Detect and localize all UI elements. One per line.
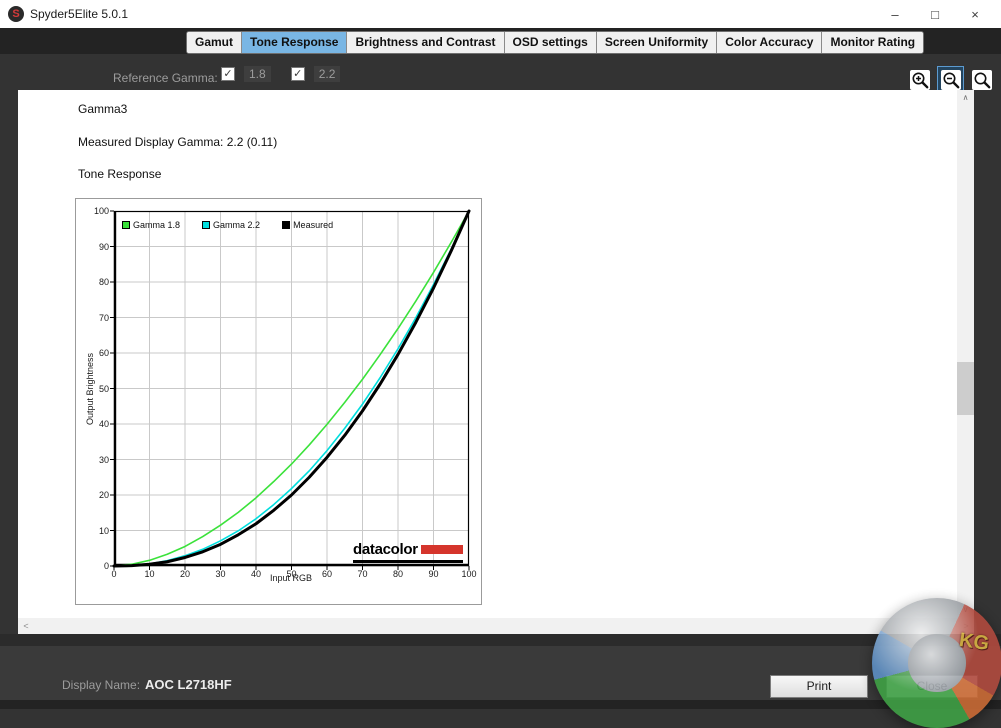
zoom-fit-icon — [971, 69, 992, 90]
zoom-toolbar — [906, 66, 995, 93]
x-tick-label: 40 — [250, 569, 261, 579]
scroll-left-icon[interactable]: < — [18, 618, 34, 634]
tab-screen-uniformity[interactable]: Screen Uniformity — [595, 32, 717, 53]
window-title: Spyder5Elite 5.0.1 — [30, 7, 129, 21]
maximize-button[interactable]: □ — [915, 0, 955, 28]
tab-bar: Gamut Tone Response Brightness and Contras… — [186, 31, 925, 54]
legend-label-measured: Measured — [293, 220, 334, 230]
y-tick-label: 50 — [98, 383, 109, 394]
window-controls: – □ × — [875, 0, 995, 28]
display-name-value: AOC L2718HF — [145, 677, 232, 692]
minimize-button[interactable]: – — [875, 0, 915, 28]
zoom-in-icon — [909, 69, 930, 90]
vertical-scrollbar-thumb[interactable] — [957, 362, 974, 415]
tab-strip: Gamut Tone Response Brightness and Contras… — [0, 28, 1001, 54]
kitguru-watermark-core — [908, 634, 966, 692]
zoom-out-button[interactable] — [937, 66, 964, 93]
legend-item-measured: Measured — [282, 220, 333, 230]
y-tick-label: 100 — [93, 206, 109, 216]
zoom-in-button[interactable] — [906, 66, 933, 93]
y-tick-label: 70 — [98, 312, 109, 323]
gamma-2.2-check-group: ✓ 2.2 — [290, 66, 341, 82]
x-tick-label: 20 — [179, 569, 190, 579]
spyder-logo-icon: S — [8, 6, 24, 22]
y-tick-label: 30 — [98, 454, 109, 465]
vertical-scrollbar[interactable]: ∧ ∨ — [957, 90, 974, 618]
x-tick-label: 30 — [215, 569, 226, 579]
scroll-up-icon[interactable]: ∧ — [957, 90, 974, 106]
legend-label-gamma-2-2: Gamma 2.2 — [213, 220, 261, 230]
legend-swatch-gamma-1-8 — [122, 221, 130, 229]
footer-edge — [0, 700, 1001, 709]
gamma-1.8-label: 1.8 — [244, 66, 271, 82]
tab-osd-settings[interactable]: OSD settings — [503, 32, 596, 53]
legend-item-gamma-1-8: Gamma 1.8 — [122, 220, 180, 230]
reference-gamma-label: Reference Gamma: — [113, 71, 218, 85]
zoom-out-icon — [940, 69, 961, 90]
datacolor-logo-text: datacolor — [353, 541, 418, 558]
y-tick-label: 80 — [98, 277, 109, 287]
measured-gamma-text: Measured Display Gamma: 2.2 (0.11) — [78, 135, 278, 149]
chart-frame: Gamma 1.8 Gamma 2.2 Measured Output Bright… — [75, 198, 482, 605]
x-tick-label: 60 — [321, 569, 332, 579]
gamma-1.8-checkbox[interactable]: ✓ — [221, 67, 235, 81]
gamma-2.2-checkbox[interactable]: ✓ — [290, 67, 305, 81]
profile-name: Gamma3 — [78, 102, 128, 116]
gamma-2.2-label: 2.2 — [313, 66, 341, 82]
app-window: S Spyder5Elite 5.0.1 – □ × Gamut Tone Respo… — [0, 0, 1001, 728]
maximize-icon: □ — [931, 6, 939, 22]
legend-swatch-measured — [282, 221, 291, 229]
tab-color-accuracy[interactable]: Color Accuracy — [716, 32, 822, 53]
legend-label-gamma-1-8: Gamma 1.8 — [133, 220, 181, 230]
legend-item-gamma-2-2: Gamma 2.2 — [202, 220, 260, 230]
kitguru-watermark-text: KG — [957, 629, 991, 655]
horizontal-scrollbar[interactable]: < > — [18, 618, 974, 634]
display-name: Display Name: AOC L2718HF — [62, 677, 232, 692]
chart-legend: Gamma 1.8 Gamma 2.2 Measured — [122, 220, 333, 230]
datacolor-logo-red-bar — [420, 545, 463, 554]
x-tick-label: 50 — [286, 569, 297, 579]
close-icon: × — [971, 6, 979, 22]
tone-response-plot — [110, 209, 471, 570]
close-button[interactable]: × — [955, 0, 995, 28]
y-tick-label: 40 — [98, 419, 109, 429]
y-tick-label: 10 — [98, 525, 109, 536]
zoom-fit-button[interactable] — [968, 66, 995, 93]
gamma-1.8-check-group: ✓ 1.8 — [221, 66, 271, 82]
x-tick-label: 10 — [144, 569, 155, 579]
section-title: Tone Response — [78, 167, 162, 181]
minimize-icon: – — [891, 6, 899, 22]
tab-gamut[interactable]: Gamut — [187, 32, 242, 53]
print-button[interactable]: Print — [770, 675, 868, 698]
reference-gamma-checks: ✓ 1.8 ✓ 2.2 — [221, 66, 341, 82]
tab-brightness-and-contrast[interactable]: Brightness and Contrast — [346, 32, 504, 53]
y-tick-label: 20 — [98, 490, 109, 500]
x-tick-label: 100 — [461, 569, 477, 579]
tab-tone-response[interactable]: Tone Response — [241, 32, 347, 53]
x-tick-label: 0 — [111, 569, 117, 579]
y-tick-label: 60 — [98, 348, 109, 358]
tab-monitor-rating[interactable]: Monitor Rating — [821, 32, 924, 53]
y-tick-label: 90 — [98, 241, 109, 252]
datacolor-logo: datacolor — [353, 541, 463, 563]
x-tick-label: 70 — [357, 569, 368, 579]
x-tick-label: 90 — [428, 569, 439, 579]
legend-swatch-gamma-2-2 — [202, 221, 211, 229]
content-panel: Gamma3 Measured Display Gamma: 2.2 (0.11… — [18, 90, 957, 618]
title-bar: S Spyder5Elite 5.0.1 – □ × — [0, 0, 1001, 28]
footer-shadow — [0, 634, 1001, 646]
display-name-label: Display Name: — [62, 678, 141, 692]
x-tick-label: 80 — [392, 569, 403, 579]
